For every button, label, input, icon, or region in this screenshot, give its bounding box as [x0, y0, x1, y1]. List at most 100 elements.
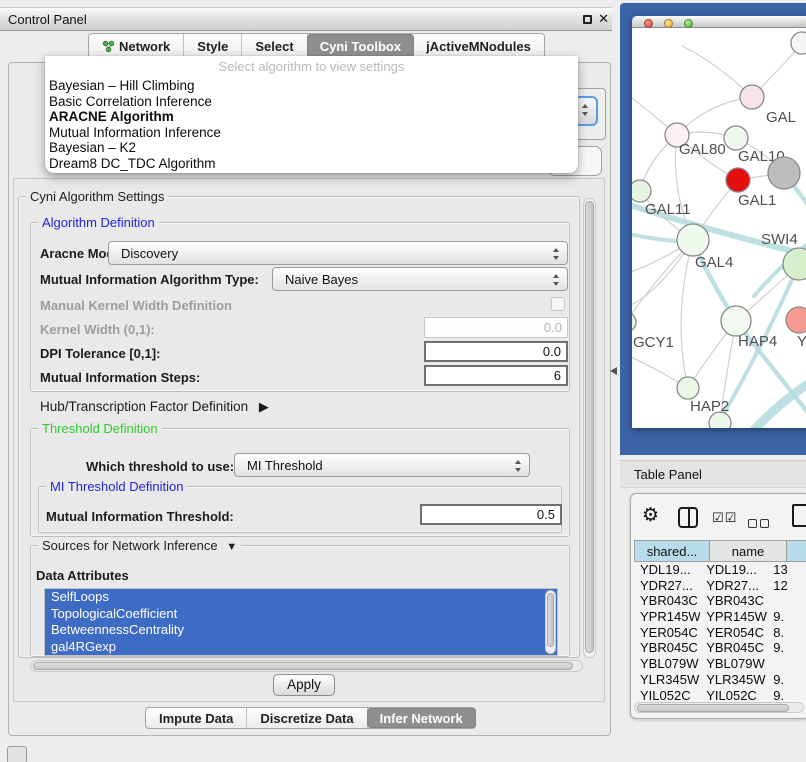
column-header-shared-[interactable]: shared...	[634, 540, 710, 562]
network-node[interactable]	[791, 32, 806, 54]
network-edge[interactable]	[681, 240, 693, 388]
apply-button[interactable]: Apply	[273, 674, 335, 696]
settings-horizontal-scrollbar[interactable]	[30, 660, 583, 672]
attributes-list-scrollbar[interactable]	[545, 590, 556, 654]
bottom-tab-discretize-data[interactable]: Discretize Data	[247, 708, 367, 728]
kernel-width-input[interactable]: 0.0	[424, 317, 568, 338]
table-cell: YDL19...	[634, 562, 700, 578]
table-row[interactable]: YLR345WYLR345W9.	[634, 672, 806, 688]
table-row[interactable]: YDR27...YDR27...12	[634, 578, 806, 594]
gear-icon[interactable]: ⚙	[642, 504, 659, 527]
network-node-hap4[interactable]	[721, 306, 751, 336]
minimized-panel-icon[interactable]	[7, 746, 27, 762]
sources-group-title[interactable]: Sources for Network Inference ▼	[38, 538, 241, 553]
attributes-list-scrollbar-thumb[interactable]	[547, 593, 554, 647]
bottom-tab-impute-data[interactable]: Impute Data	[146, 708, 247, 728]
network-node-gal[interactable]	[740, 85, 764, 109]
float-panel-icon[interactable]	[583, 15, 592, 24]
attribute-item-selfloops[interactable]: SelfLoops	[45, 589, 557, 606]
mi-algorithm-type-select[interactable]: Naive Bayes	[272, 267, 568, 291]
tab-select[interactable]: Select	[242, 34, 307, 58]
settings-vertical-scrollbar-thumb[interactable]	[585, 201, 594, 653]
mi-steps-label: Mutual Information Steps:	[40, 370, 200, 385]
table-panel-title: Table Panel	[634, 467, 702, 482]
table-cell: YDL19...	[700, 562, 767, 578]
aracne-mode-select[interactable]: Discovery	[108, 241, 568, 265]
dpi-tolerance-input[interactable]: 0.0	[424, 341, 568, 362]
table-horizontal-scrollbar[interactable]	[634, 702, 804, 713]
network-graph[interactable]: GALGAL80GAL10GAL1GAL11SWI4GAL4GCY1HAP4YH…	[632, 28, 806, 428]
mi-threshold-input[interactable]: 0.5	[420, 504, 562, 525]
tab-jactivemnodules[interactable]: jActiveMNodules	[413, 34, 544, 58]
document-icon[interactable]	[792, 504, 806, 527]
table-row[interactable]: YDL19...YDL19...13	[634, 562, 806, 578]
data-attributes-list[interactable]: SelfLoopsTopologicalCoefficientBetweenne…	[44, 588, 558, 656]
table-cell: YDR27...	[634, 578, 700, 594]
hub-definition-expander[interactable]: Hub/Transcription Factor Definition ▶	[40, 399, 269, 415]
column-header-a[interactable]: A	[787, 540, 806, 562]
combo-arrows-icon	[552, 273, 560, 287]
close-traffic-light-icon[interactable]	[644, 19, 653, 28]
table-cell: YER054C	[634, 625, 700, 641]
columns-icon[interactable]	[678, 507, 698, 528]
table-horizontal-scrollbar-thumb[interactable]	[637, 704, 789, 712]
settings-horizontal-scrollbar-thumb[interactable]	[33, 662, 573, 670]
close-icon[interactable]: ✕	[598, 11, 609, 27]
network-edge[interactable]	[752, 380, 806, 428]
network-canvas[interactable]: GALGAL80GAL10GAL1GAL11SWI4GAL4GCY1HAP4YH…	[632, 28, 806, 428]
tab-style[interactable]: Style	[184, 34, 242, 58]
network-edge[interactable]	[682, 46, 752, 97]
attribute-item-gal4rgexp[interactable]: gal4RGexp	[45, 639, 557, 656]
network-node-gal1[interactable]	[726, 168, 750, 192]
table-cell: YIL052C	[700, 688, 767, 703]
table-row[interactable]: YPR145WYPR145W9.	[634, 609, 806, 625]
attribute-item-betweennesscentrality[interactable]: BetweennessCentrality	[45, 622, 557, 639]
tab-network[interactable]: Network	[89, 34, 184, 58]
network-node[interactable]	[709, 412, 731, 428]
which-threshold-value: MI Threshold	[247, 458, 323, 473]
network-node-hap2[interactable]	[677, 377, 699, 399]
table-cell	[767, 593, 806, 609]
kernel-width-label: Kernel Width (0,1):	[40, 322, 155, 337]
algorithm-option-aracne-algorithm[interactable]: ARACNE Algorithm	[45, 109, 578, 125]
algorithm-option-basic-correlation-inference[interactable]: Basic Correlation Inference	[45, 94, 578, 110]
bottom-tab-infer-network[interactable]: Infer Network	[367, 708, 476, 728]
attribute-item-topologicalcoefficient[interactable]: TopologicalCoefficient	[45, 606, 557, 623]
network-node-gcy1[interactable]	[632, 312, 636, 332]
which-threshold-select[interactable]: MI Threshold	[234, 453, 530, 477]
network-node-y[interactable]	[786, 307, 806, 333]
mi-steps-input[interactable]: 6	[424, 365, 568, 386]
zoom-traffic-light-icon[interactable]	[684, 19, 693, 28]
algorithm-option-bayesian-hill-climbing[interactable]: Bayesian – Hill Climbing	[45, 78, 578, 94]
select-all-checks-icon[interactable]: ☑☑	[712, 510, 737, 526]
settings-vertical-scrollbar[interactable]	[583, 198, 596, 658]
table-row[interactable]: YBR043CYBR043C	[634, 593, 806, 609]
table-cell: YLR345W	[634, 672, 700, 688]
table-row[interactable]: YBL079WYBL079W	[634, 656, 806, 672]
network-node-gal4[interactable]	[677, 224, 709, 256]
deselect-all-boxes-icon[interactable]	[748, 515, 772, 533]
network-node-gal11[interactable]	[632, 180, 651, 202]
algorithm-option-bayesian-k2[interactable]: Bayesian – K2	[45, 140, 578, 156]
table-row[interactable]: YBR045CYBR045C9.	[634, 640, 806, 656]
network-node-gal10[interactable]	[724, 126, 748, 150]
node-label-gal80: GAL80	[679, 141, 726, 158]
table-cell: YPR145W	[634, 609, 700, 625]
table-cell: YBR045C	[700, 640, 767, 656]
algorithm-option-mutual-information-inference[interactable]: Mutual Information Inference	[45, 125, 578, 141]
manual-kernel-checkbox[interactable]	[551, 297, 565, 311]
column-header-name[interactable]: name	[710, 540, 787, 562]
table-cell: 9.	[767, 672, 806, 688]
minimize-traffic-light-icon[interactable]	[664, 19, 673, 28]
table-row[interactable]: YER054CYER054C8.	[634, 625, 806, 641]
algorithm-option-dream8-dc-tdc-algorithm[interactable]: Dream8 DC_TDC Algorithm	[45, 156, 578, 172]
table-cell: YER054C	[700, 625, 767, 641]
sources-title-text: Sources for Network Inference	[42, 538, 218, 553]
tab-label: Network	[119, 39, 170, 54]
node-label-gal1: GAL1	[738, 192, 776, 209]
table-cell: 13	[767, 562, 806, 578]
table-row[interactable]: YIL052CYIL052C9.	[634, 688, 806, 703]
tab-cyni-toolbox[interactable]: Cyni Toolbox	[307, 34, 414, 58]
table-cell: YBR043C	[700, 593, 767, 609]
network-node[interactable]	[768, 157, 800, 189]
